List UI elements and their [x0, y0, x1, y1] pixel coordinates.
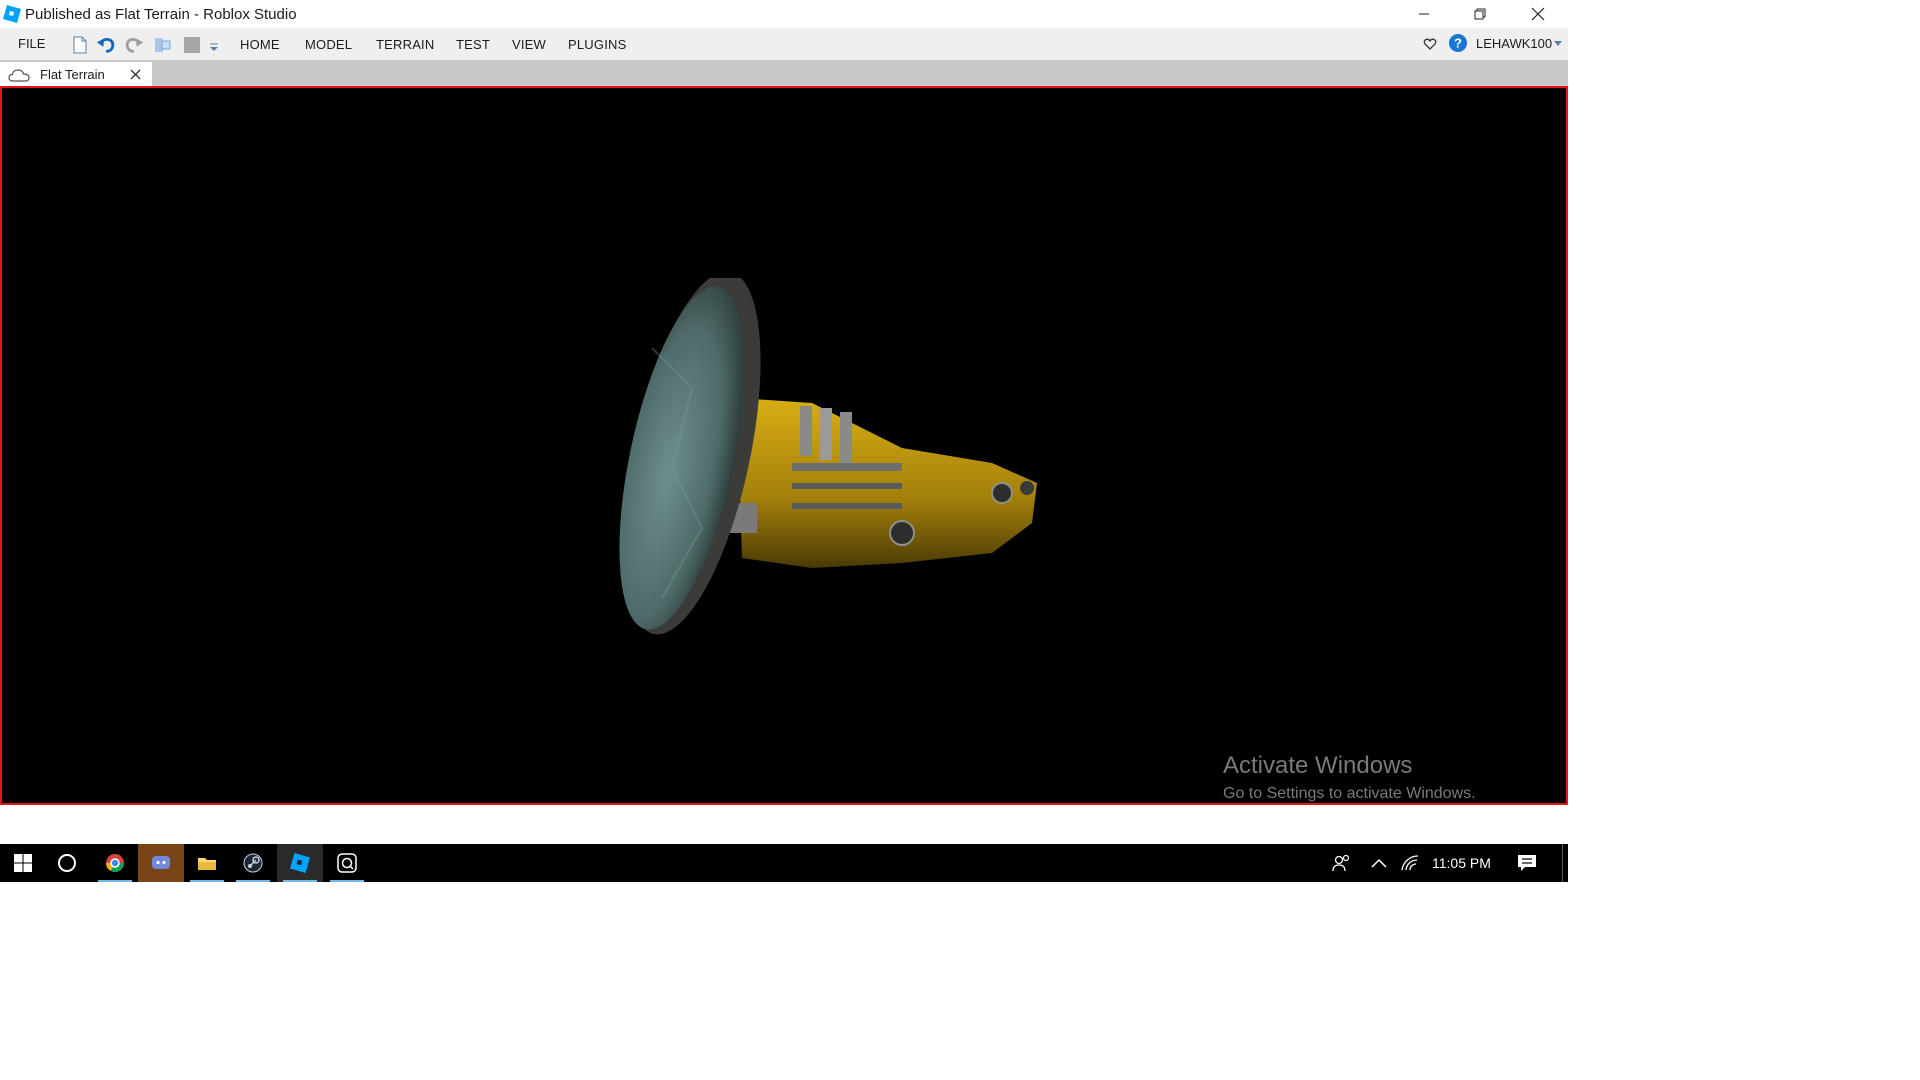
chrome-icon: [106, 854, 124, 873]
status-strip: [0, 805, 1568, 844]
group-icon[interactable]: [153, 35, 173, 55]
title-bar: Published as Flat Terrain - Roblox Studi…: [0, 0, 1568, 28]
wifi-icon[interactable]: [1400, 854, 1420, 872]
document-tab-label: Flat Terrain: [40, 67, 105, 82]
app-icon: [337, 853, 357, 873]
taskbar-discord[interactable]: [138, 844, 184, 882]
running-indicator: [283, 880, 317, 882]
start-button[interactable]: [0, 844, 46, 882]
discord-icon: [152, 856, 170, 869]
running-indicator: [98, 880, 132, 882]
taskbar-app[interactable]: [324, 844, 370, 882]
tab-plugins[interactable]: PLUGINS: [568, 37, 626, 52]
tab-test[interactable]: TEST: [456, 37, 490, 52]
file-menu[interactable]: FILE: [18, 36, 45, 51]
close-tab-icon[interactable]: [130, 69, 141, 80]
cloud-icon: [8, 69, 30, 82]
running-indicator: [190, 880, 224, 882]
svg-text:?: ?: [1454, 36, 1462, 51]
action-center-icon[interactable]: [1517, 854, 1537, 872]
document-tab-flat-terrain[interactable]: Flat Terrain: [0, 62, 152, 86]
steam-icon: [243, 853, 263, 873]
minimize-button[interactable]: [1396, 0, 1452, 28]
help-icon[interactable]: ?: [1448, 33, 1468, 53]
chevron-down-icon[interactable]: [1554, 41, 1562, 47]
tab-model[interactable]: MODEL: [305, 37, 352, 52]
close-button[interactable]: [1510, 0, 1566, 28]
restore-button[interactable]: [1452, 0, 1508, 28]
activate-windows-watermark-title: Activate Windows: [1223, 752, 1413, 779]
roblox-studio-logo-icon: [3, 5, 21, 23]
undo-icon[interactable]: [96, 35, 116, 55]
running-indicator: [236, 880, 270, 882]
taskbar-file-explorer[interactable]: [184, 844, 230, 882]
roblox-studio-window: Published as Flat Terrain - Roblox Studi…: [0, 0, 1568, 882]
close-icon: [1531, 7, 1545, 21]
windows-start-icon: [14, 854, 32, 872]
ribbon-menu-bar: FILE HOME MODEL TERRAIN TEST VIEW PLUGIN…: [0, 28, 1568, 60]
taskbar-roblox-studio[interactable]: [277, 844, 323, 882]
redo-icon[interactable]: [124, 35, 144, 55]
user-account-menu[interactable]: LEHAWK100: [1476, 36, 1552, 51]
windows-taskbar: 11:05 PM: [0, 844, 1568, 882]
people-icon[interactable]: [1332, 854, 1352, 872]
3d-viewport[interactable]: Activate Windows Go to Settings to activ…: [0, 86, 1568, 805]
taskbar-steam[interactable]: [230, 844, 276, 882]
taskbar-chrome[interactable]: [92, 844, 138, 882]
new-file-icon[interactable]: [70, 35, 90, 55]
activate-windows-watermark-subtitle: Go to Settings to activate Windows.: [1223, 785, 1476, 802]
roblox-studio-icon: [290, 853, 310, 873]
file-explorer-icon: [198, 858, 216, 870]
tab-view[interactable]: VIEW: [512, 37, 546, 52]
show-desktop-divider[interactable]: [1562, 844, 1563, 882]
spaceship-model: [619, 278, 1037, 635]
customize-dropdown-icon[interactable]: [208, 35, 220, 55]
tab-terrain[interactable]: TERRAIN: [376, 37, 434, 52]
stop-icon[interactable]: [182, 35, 202, 55]
taskbar-clock[interactable]: 11:05 PM: [1432, 855, 1491, 871]
chevron-up-icon[interactable]: [1371, 858, 1387, 868]
restore-icon: [1474, 8, 1486, 20]
document-tab-strip: Flat Terrain: [0, 60, 1568, 86]
running-indicator: [330, 880, 364, 882]
tab-home[interactable]: HOME: [240, 37, 280, 52]
cortana-button[interactable]: [44, 844, 90, 882]
window-title: Published as Flat Terrain - Roblox Studi…: [25, 6, 297, 23]
minimize-icon: [1419, 13, 1429, 15]
favorite-heart-icon[interactable]: [1423, 37, 1437, 51]
cortana-icon: [58, 854, 76, 872]
